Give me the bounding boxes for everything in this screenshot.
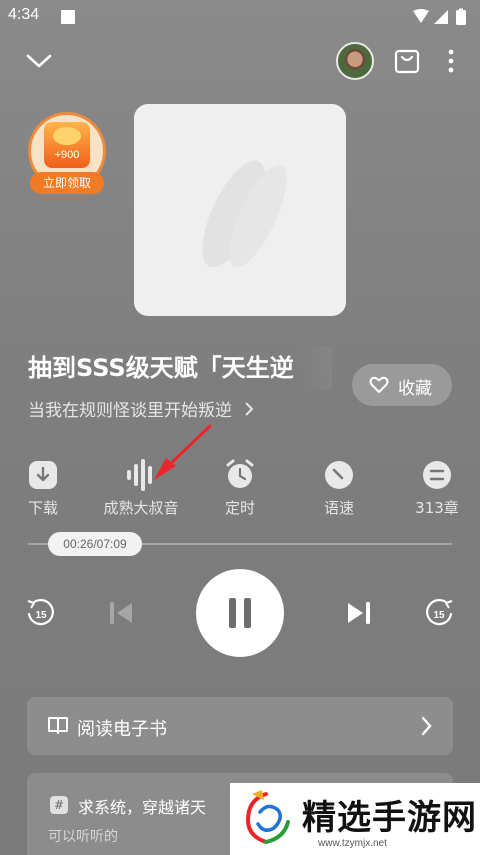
wifi-icon (413, 9, 429, 23)
watermark-url: www.tzymjx.net (318, 838, 387, 849)
recommendation-text: 求系统，穿越诸天 (78, 798, 207, 817)
notification-icon (61, 10, 75, 24)
voice-label: 成熟大叔音 (103, 499, 179, 517)
book-title: 抽到SSS级天赋「天生逆 (28, 354, 294, 382)
watermark-logo-icon (245, 790, 290, 844)
battery-icon (456, 10, 466, 25)
system-status-icons (413, 8, 466, 25)
cover-placeholder-icon (202, 160, 287, 268)
progress-time[interactable]: 00:26/07:09 (48, 532, 142, 556)
heart-icon (369, 376, 389, 393)
favorite-label: 收藏 (398, 379, 432, 399)
rewind-seconds: 15 (35, 610, 47, 621)
timer-label: 定时 (224, 499, 255, 517)
recommendation-subtext: 可以听听的 (48, 829, 118, 845)
forward-15-icon[interactable]: 15 (425, 598, 455, 628)
pause-icon (229, 598, 236, 628)
chevron-right-icon (245, 402, 254, 416)
signal-icon (434, 10, 448, 24)
pause-button[interactable] (196, 569, 284, 657)
status-time: 4:34 (8, 6, 40, 23)
speed-icon[interactable] (323, 459, 355, 491)
title-fade (296, 346, 332, 390)
claim-reward-button[interactable]: 立即领取 (30, 172, 104, 194)
previous-track-icon[interactable] (108, 600, 134, 626)
reward-amount: +900 (54, 149, 80, 161)
watermark-text: 精选手游网 (302, 798, 477, 838)
book-cover (134, 104, 346, 316)
more-options-icon[interactable] (446, 48, 456, 74)
chapters-icon[interactable] (421, 459, 453, 491)
book-subtitle: 当我在规则怪谈里开始叛逆 (28, 401, 232, 421)
read-ebook-label: 阅读电子书 (77, 719, 167, 740)
forward-seconds: 15 (433, 610, 445, 621)
rewind-15-icon[interactable]: 15 (25, 598, 55, 628)
download-label: 下载 (27, 499, 58, 517)
shopping-bag-icon[interactable] (393, 47, 421, 75)
annotation-arrow-icon (154, 424, 212, 480)
book-open-icon (48, 717, 68, 734)
coin-icon (53, 127, 81, 145)
book-subtitle-link[interactable]: 当我在规则怪谈里开始叛逆 (28, 396, 255, 421)
status-bar: 4:34 (0, 0, 480, 34)
timer-icon[interactable] (224, 458, 256, 490)
next-track-icon[interactable] (346, 600, 372, 626)
speed-label: 语速 (323, 499, 354, 517)
chevron-right-icon (421, 716, 432, 736)
download-icon[interactable] (27, 459, 59, 491)
chapters-label: 313章 (415, 499, 459, 517)
avatar[interactable] (336, 42, 374, 80)
collapse-chevron-icon[interactable] (26, 52, 52, 70)
topic-hash-icon: # (50, 796, 68, 814)
